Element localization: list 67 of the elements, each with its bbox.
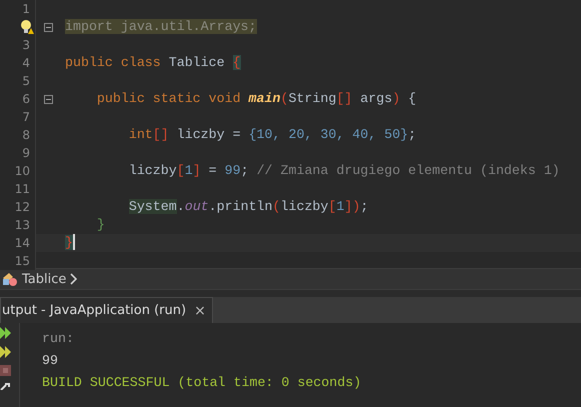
line-number: 8: [22, 128, 30, 142]
rerun-icon[interactable]: [0, 327, 12, 339]
code-token: String: [288, 91, 336, 106]
chevron-right-icon: [70, 273, 78, 285]
code-token: Tablice: [168, 55, 226, 70]
line-number: 4: [22, 56, 30, 70]
code-token: 1: [336, 199, 344, 214]
code-token: // Zmiana drugiego elementu (indeks 1): [256, 163, 560, 178]
code-token: args: [359, 91, 392, 106]
code-token: {: [232, 55, 241, 70]
code-token: public static void: [96, 91, 242, 106]
output-tab[interactable]: utput - JavaApplication (run) ×: [0, 297, 213, 323]
fold-icon[interactable]: [44, 22, 53, 32]
line-number: 6: [22, 92, 30, 106]
code-token: public class: [65, 55, 162, 70]
code-token: ]: [192, 163, 201, 178]
code-token: import java.util.Arrays;: [65, 19, 257, 34]
code-token: [: [328, 199, 336, 214]
code-token: {10, 20, 30, 40, 50}: [248, 127, 408, 142]
code-token: }: [96, 217, 105, 232]
wrench-icon[interactable]: [0, 383, 10, 390]
line-number: 15: [14, 254, 30, 268]
code-token: ]): [344, 199, 360, 214]
code-token: ;: [360, 199, 368, 214]
console-line: BUILD SUCCESSFUL (total time: 0 seconds): [42, 374, 362, 392]
tab-title: utput - JavaApplication (run): [2, 303, 186, 318]
code-token: (: [280, 91, 288, 106]
breadcrumb-item[interactable]: Tablice: [22, 272, 66, 286]
code-token: ): [392, 91, 400, 106]
code-token: liczby: [128, 163, 177, 178]
code-token: ;: [408, 127, 416, 142]
line-number: 3: [22, 38, 30, 52]
line-number: 11: [14, 182, 30, 196]
class-icon: [2, 272, 18, 286]
code-token: .println: [208, 199, 273, 214]
code-token: }: [65, 235, 73, 250]
code-token: 1: [184, 163, 193, 178]
code-token: liczby =: [176, 127, 242, 142]
fold-icon[interactable]: [44, 94, 53, 104]
text-cursor: [72, 234, 75, 250]
code-token: ;: [240, 163, 249, 178]
lightbulb-icon[interactable]: [20, 19, 34, 35]
code-token: main: [248, 91, 280, 106]
code-token: []: [152, 127, 169, 142]
line-number: 13: [14, 218, 30, 232]
rerun-icon[interactable]: [0, 346, 12, 358]
code-token: System: [128, 199, 177, 214]
console-line: run:: [42, 330, 75, 348]
code-token: =: [208, 163, 218, 178]
line-number: 7: [22, 110, 30, 124]
code-token: {: [407, 91, 416, 106]
line-number: 12: [14, 200, 30, 214]
line-number: 14: [14, 236, 30, 250]
code-token: liczby: [280, 199, 328, 214]
code-token: int: [128, 127, 153, 142]
code-token: 99: [224, 163, 241, 178]
code-token: .: [176, 199, 185, 214]
line-number: 1: [22, 2, 30, 16]
close-button[interactable]: ×: [194, 302, 206, 318]
console-line: 99: [42, 352, 59, 370]
line-number: 10: [14, 164, 30, 178]
code-token: (: [272, 199, 280, 214]
line-number: 5: [22, 74, 30, 88]
code-token: [: [176, 163, 185, 178]
code-token: []: [336, 91, 352, 106]
line-number: 9: [22, 146, 30, 160]
code-token: out: [184, 199, 209, 214]
